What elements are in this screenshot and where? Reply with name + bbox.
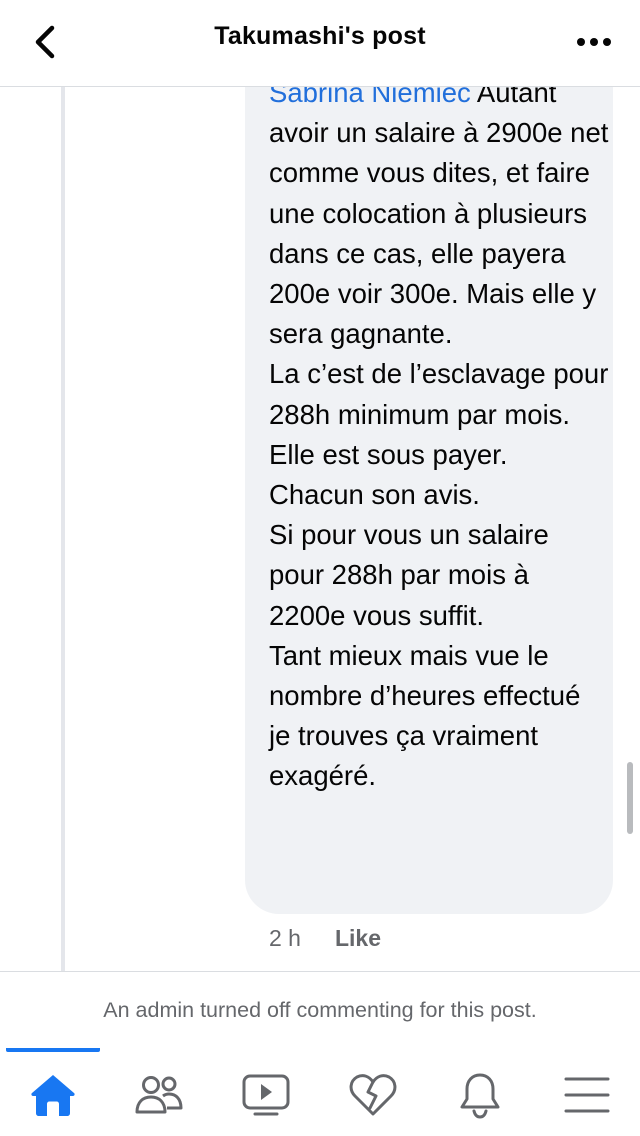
- friends-icon: [135, 1076, 183, 1114]
- tab-notifications[interactable]: [427, 1062, 533, 1128]
- home-icon: [31, 1075, 75, 1116]
- tab-menu[interactable]: [534, 1062, 640, 1128]
- comment-body: Autant avoir un salaire à 2900e net comm…: [269, 87, 609, 792]
- more-horizontal-icon: [577, 38, 611, 46]
- dating-heart-icon: [349, 1074, 397, 1116]
- reply-thread-line: [61, 87, 65, 971]
- bottom-tab-bar: [0, 1048, 640, 1136]
- comment-text: Sabrina Niemiec Autant avoir un salaire …: [269, 87, 609, 797]
- menu-icon: [564, 1077, 610, 1113]
- comment-thread[interactable]: Sabrina Niemiec Autant avoir un salaire …: [0, 87, 640, 971]
- like-button[interactable]: Like: [335, 925, 381, 952]
- post-screen: Takumashi's post Sabrina Niemiec Autant …: [0, 0, 640, 1136]
- notifications-bell-icon: [460, 1073, 500, 1119]
- comment-meta: 2 h Like: [269, 925, 381, 952]
- mention-link[interactable]: Sabrina Niemiec: [269, 87, 471, 108]
- scrollbar[interactable]: [627, 762, 633, 834]
- active-tab-indicator: [6, 1048, 100, 1052]
- more-options-button[interactable]: [570, 22, 618, 62]
- tab-friends[interactable]: [106, 1062, 212, 1128]
- page-title: Takumashi's post: [214, 22, 426, 50]
- top-nav-bar: Takumashi's post: [0, 0, 640, 87]
- tab-home[interactable]: [0, 1062, 106, 1128]
- comment-timestamp: 2 h: [269, 925, 301, 951]
- notice-text: An admin turned off commenting for this …: [103, 997, 537, 1022]
- video-icon: [242, 1074, 290, 1116]
- commenting-disabled-notice: An admin turned off commenting for this …: [0, 971, 640, 1049]
- tab-video[interactable]: [213, 1062, 319, 1128]
- comment-bubble[interactable]: Sabrina Niemiec Autant avoir un salaire …: [245, 87, 613, 914]
- tab-dating[interactable]: [320, 1062, 426, 1128]
